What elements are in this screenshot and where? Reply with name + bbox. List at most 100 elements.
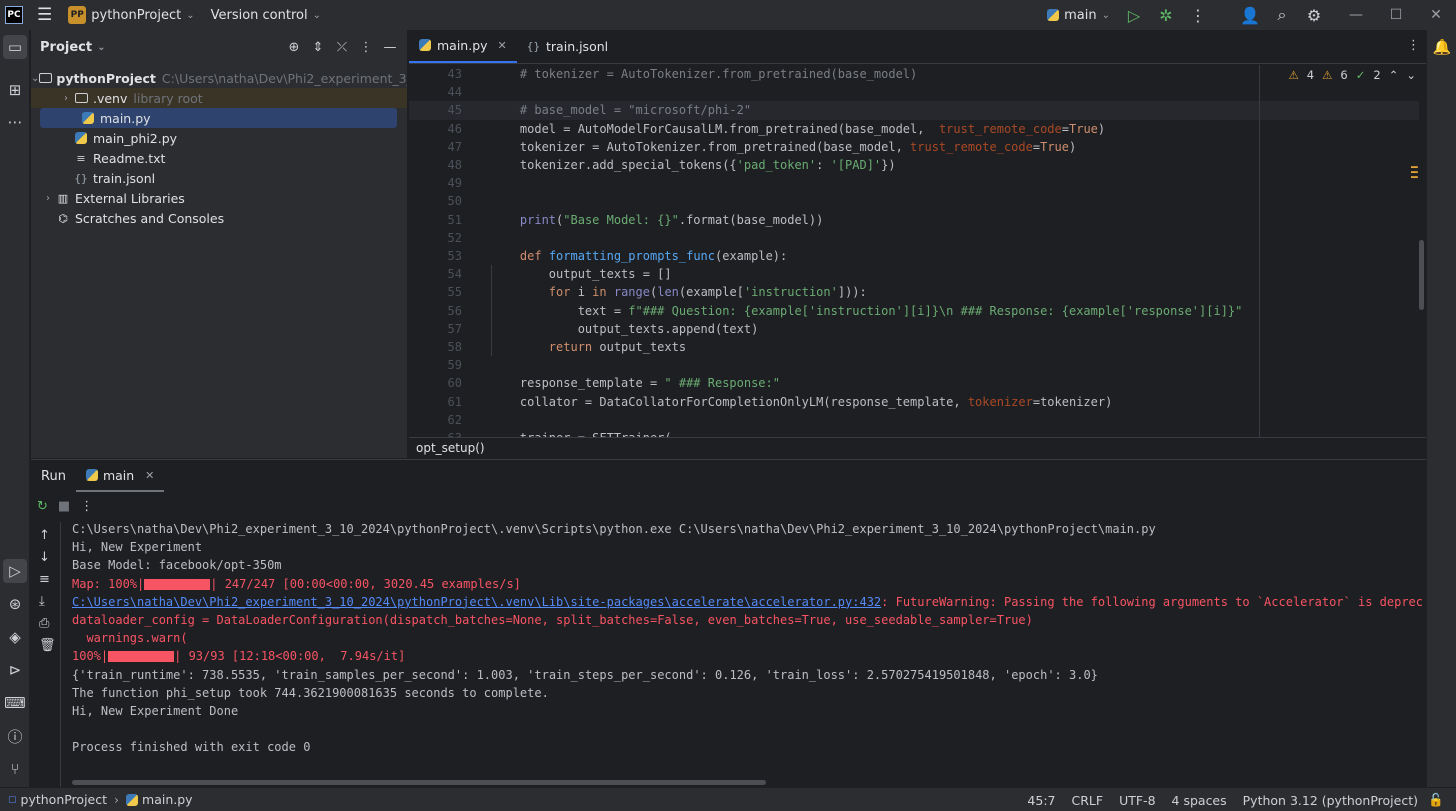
caret-position[interactable]: 45:7 [1027,793,1055,808]
status-project[interactable]: pythonProject [21,792,108,807]
chevron-down-icon[interactable]: ⌄ [31,73,39,84]
print-icon[interactable]: ⎙ [39,616,49,631]
more-options-icon[interactable]: ⋮ [80,499,93,514]
code-line[interactable]: 47 tokenizer = AutoTokenizer.from_pretra… [409,138,1419,156]
code-text: text = f"### Question: {example['instruc… [491,303,1243,318]
tab-train-jsonl[interactable]: {} train.jsonl [517,29,618,63]
tree-item[interactable]: main_phi2.py [31,128,407,148]
lock-icon[interactable]: 🔓 [1428,792,1444,808]
code-line[interactable]: 49 [409,174,1419,192]
code-line[interactable]: 62 [409,411,1419,429]
indent-setting[interactable]: 4 spaces [1172,793,1227,808]
code-line[interactable]: 51 print("Base Model: {}".format(base_mo… [409,211,1419,229]
rerun-icon[interactable]: ↻ [37,499,48,514]
file-encoding[interactable]: UTF-8 [1119,793,1155,808]
library-icon: ▥ [57,191,69,205]
tab-main-py[interactable]: main.py ✕ [409,29,517,63]
tab-options-icon[interactable]: ⋮ [1407,38,1420,53]
python-packages-icon[interactable]: ◈ [3,625,27,649]
code-line[interactable]: 57 output_texts.append(text) [409,320,1419,338]
close-icon[interactable]: ✕ [1416,0,1456,30]
chevron-right-icon[interactable]: › [41,193,55,204]
python-console-icon[interactable]: ⊛ [3,592,27,616]
collapse-all-icon[interactable]: ⤫ [331,40,353,55]
tree-item[interactable]: ⌄ pythonProject C:\Users\natha\Dev\Phi2_ex… [31,68,407,88]
python-interpreter[interactable]: Python 3.12 (pythonProject) [1243,793,1418,808]
code-line[interactable]: 44 [409,83,1419,101]
code-line[interactable]: 59 [409,356,1419,374]
run-panel-title: Run [41,468,66,484]
arrow-up-icon[interactable]: ↑ [39,528,50,543]
run-tab-main[interactable]: main ✕ [75,460,165,492]
tree-item[interactable]: {} train.jsonl [31,168,407,188]
git-icon[interactable]: ⑂ [3,757,27,781]
run-icon[interactable]: ▷ [1118,0,1150,30]
project-switcher[interactable]: PP pythonProject ⌄ [60,0,202,30]
progress-bar [144,578,211,590]
close-tab-icon[interactable]: ✕ [498,39,507,52]
code-line[interactable]: 56 text = f"### Question: {example['inst… [409,302,1419,320]
python-file-icon [419,39,431,51]
chevron-down-icon[interactable]: ⌄ [1406,68,1416,82]
minimize-icon[interactable]: — [1336,0,1376,30]
inspection-widget[interactable]: ⚠ 4 ⚠ 6 ✓ 2 ⌃ ⌄ [1288,68,1416,82]
project-tool-icon[interactable]: ▭ [3,35,27,59]
debug-icon[interactable]: ✲ [1150,0,1182,30]
console-output[interactable]: C:\Users\natha\Dev\Phi2_experiment_3_10_… [72,522,1422,788]
vcs-menu[interactable]: Version control ⌄ [203,0,329,30]
tree-item[interactable]: main.py [40,108,397,128]
locate-file-icon[interactable]: ⊕ [283,40,305,55]
console-scrollbar[interactable] [72,780,766,785]
options-icon[interactable]: ⋮ [355,40,377,55]
code-line[interactable]: 60 response_template = " ### Response:" [409,374,1419,392]
clear-trash-icon[interactable]: 🗑 [39,638,56,653]
code-line[interactable]: 63 trainer = SFTTrainer( [409,429,1419,437]
problems-icon[interactable]: ⓘ [3,724,27,748]
stop-icon[interactable]: ■ [58,499,70,514]
code-with-me-icon[interactable]: 👤 [1234,0,1266,30]
code-breadcrumb[interactable]: opt_setup() [409,437,1426,458]
terminal-icon[interactable]: ⌨ [3,691,27,715]
code-line[interactable]: 53 def formatting_prompts_func(example): [409,247,1419,265]
code-line[interactable]: 54 output_texts = [] [409,265,1419,283]
code-line[interactable]: 43 # tokenizer = AutoTokenizer.from_pret… [409,65,1419,83]
tree-item[interactable]: › ▥ External Libraries [31,188,407,208]
tree-item[interactable]: ≡ Readme.txt [31,148,407,168]
code-line[interactable]: 61 collator = DataCollatorForCompletionO… [409,393,1419,411]
chevron-up-icon[interactable]: ⌃ [1389,68,1399,82]
more-tools-icon[interactable]: ⋯ [3,110,27,134]
check-count: 2 [1373,68,1381,82]
line-separator[interactable]: CRLF [1072,793,1104,808]
arrow-down-icon[interactable]: ↓ [39,550,50,565]
code-line[interactable]: 46 model = AutoModelForCausalLM.from_pre… [409,120,1419,138]
scroll-to-end-icon[interactable]: ⤓ [39,594,45,609]
tree-item[interactable]: › .venv library root [31,88,407,108]
editor-scrollbar[interactable] [1419,240,1424,310]
expand-all-icon[interactable]: ⇕ [307,40,329,55]
run-config-selector[interactable]: main ⌄ [1039,0,1118,30]
settings-gear-icon[interactable]: ⚙ [1298,0,1330,30]
soft-wrap-icon[interactable]: ≡ [39,572,50,587]
hide-panel-icon[interactable]: — [379,40,401,55]
close-tab-icon[interactable]: ✕ [145,469,154,482]
chevron-right-icon[interactable]: › [59,93,73,104]
code-line[interactable]: 48 tokenizer.add_special_tokens({'pad_to… [409,156,1419,174]
status-file[interactable]: main.py [142,792,193,807]
structure-tool-icon[interactable]: ⊞ [3,78,27,102]
search-icon[interactable]: ⌕ [1266,0,1298,30]
code-line[interactable]: 50 [409,192,1419,210]
notifications-bell-icon[interactable]: 🔔 [1430,35,1454,59]
source-link[interactable]: C:\Users\natha\Dev\Phi2_experiment_3_10_… [72,595,881,609]
code-line[interactable]: 45 # base_model = "microsoft/phi-2" [409,101,1419,120]
main-menu-button[interactable]: ☰ [29,0,60,30]
code-line[interactable]: 55 for i in range(len(example['instructi… [409,283,1419,301]
code-editor[interactable]: 43 # tokenizer = AutoTokenizer.from_pret… [409,65,1426,437]
tree-item[interactable]: ⌬ Scratches and Consoles [31,208,407,228]
python-file-icon [126,793,139,806]
more-actions-icon[interactable]: ⋮ [1182,0,1214,30]
services-icon[interactable]: ⊳ [3,658,27,682]
code-line[interactable]: 58 return output_texts [409,338,1419,356]
code-line[interactable]: 52 [409,229,1419,247]
maximize-icon[interactable]: ☐ [1376,0,1416,30]
run-tool-icon[interactable]: ▷ [3,559,27,583]
